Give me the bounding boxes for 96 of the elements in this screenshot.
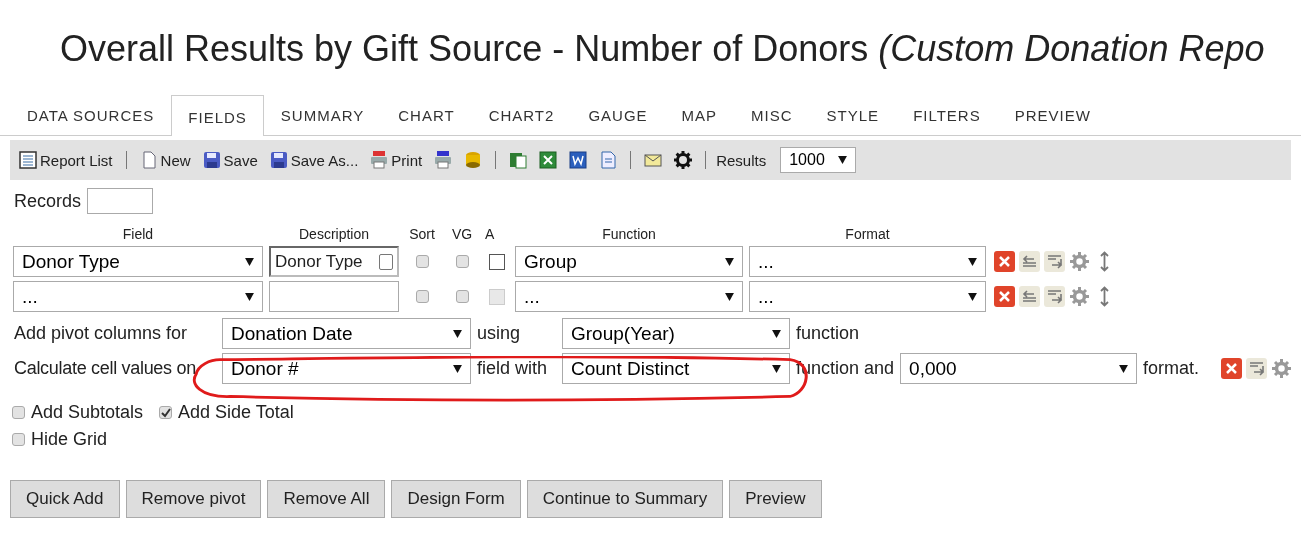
- tab[interactable]: MISC: [734, 95, 810, 136]
- move-right-icon[interactable]: [1044, 251, 1065, 272]
- field-select[interactable]: Donor Type: [13, 246, 263, 277]
- tab[interactable]: CHART2: [471, 95, 572, 136]
- caret-icon: [772, 364, 781, 373]
- column-header: Description: [298, 226, 370, 242]
- move-right-icon[interactable]: [1044, 286, 1065, 307]
- column-header: Format: [844, 226, 891, 242]
- column-header: Sort: [408, 226, 436, 242]
- caret-icon: [453, 329, 462, 338]
- records-label: Records: [14, 190, 82, 212]
- action-button[interactable]: Quick Add: [10, 480, 120, 518]
- settings-icon[interactable]: [674, 151, 693, 169]
- option-label: Hide Grid: [31, 429, 108, 450]
- column-header: Function: [601, 226, 657, 242]
- action-button[interactable]: Continue to Summary: [526, 480, 724, 518]
- function-select[interactable]: Group: [515, 246, 743, 277]
- function-select[interactable]: ...: [515, 281, 743, 312]
- printer-icon: [370, 151, 389, 169]
- pivot-field-select[interactable]: Donation Date: [222, 318, 471, 349]
- move-left-icon[interactable]: [1019, 251, 1040, 272]
- tab[interactable]: FIELDS: [171, 95, 264, 136]
- caret-icon: [838, 156, 848, 164]
- description-field[interactable]: Donor Type: [269, 246, 399, 277]
- action-button[interactable]: Remove All: [267, 480, 386, 518]
- caret-icon: [245, 257, 254, 266]
- checkbox[interactable]: [415, 255, 429, 268]
- results-label: Results: [716, 151, 767, 169]
- caret-icon: [772, 329, 781, 338]
- using-label: using: [477, 323, 522, 344]
- field-with-label: field with: [477, 358, 549, 379]
- tab[interactable]: PREVIEW: [997, 95, 1108, 136]
- checkbox[interactable]: [415, 290, 429, 303]
- database-icon[interactable]: [464, 151, 483, 169]
- option-label: Add Side Total: [178, 402, 294, 423]
- caret-icon: [725, 257, 734, 266]
- function-label: function: [796, 323, 860, 344]
- delete-icon[interactable]: [994, 251, 1015, 272]
- checkbox[interactable]: [12, 406, 25, 419]
- tab[interactable]: GAUGE: [571, 95, 665, 136]
- caret-icon: [453, 364, 462, 373]
- description-field[interactable]: [269, 281, 399, 312]
- spreadsheet-icon[interactable]: [509, 151, 528, 169]
- caret-icon: [245, 292, 254, 301]
- caret-icon: [725, 292, 734, 301]
- floppy-icon: [269, 151, 288, 169]
- tab[interactable]: FILTERS: [896, 95, 998, 136]
- page-title: Overall Results by Gift Source - Number of Donors (Custom Donation Repo: [59, 27, 1266, 70]
- tab[interactable]: SUMMARY: [263, 95, 382, 136]
- cell-field-select[interactable]: Donor #: [222, 353, 471, 384]
- toolbar-button[interactable]: Save: [199, 151, 261, 169]
- tab[interactable]: CHART: [381, 95, 472, 136]
- tab[interactable]: STYLE: [809, 95, 897, 136]
- checkbox[interactable]: [159, 406, 173, 419]
- records-field[interactable]: [87, 188, 154, 214]
- cell-values-label: Calculate cell values on: [14, 358, 197, 379]
- checkbox[interactable]: [12, 433, 25, 446]
- caret-icon: [1119, 364, 1129, 373]
- delete-icon[interactable]: [994, 286, 1015, 307]
- tab[interactable]: MAP: [664, 95, 735, 136]
- action-button[interactable]: Remove pivot: [125, 480, 262, 518]
- field-select[interactable]: ...: [13, 281, 263, 312]
- toolbar-button[interactable]: Save As...: [266, 151, 362, 169]
- column-header: Field: [121, 226, 155, 242]
- action-button[interactable]: Design Form: [391, 480, 521, 518]
- pivot-function-select[interactable]: Group(Year): [562, 318, 790, 349]
- envelope-icon[interactable]: [644, 151, 663, 169]
- delete-icon[interactable]: [1221, 358, 1243, 379]
- cell-function-select[interactable]: Count Distinct: [562, 353, 790, 384]
- toolbar-button[interactable]: New: [136, 151, 194, 169]
- document-icon[interactable]: [569, 151, 588, 169]
- pivot-label: Add pivot columns for: [14, 323, 189, 344]
- move-left-icon[interactable]: [1019, 286, 1040, 307]
- caret-icon: [968, 257, 977, 266]
- cell-format-select[interactable]: 0,000: [900, 353, 1138, 384]
- caret-icon: [968, 292, 977, 301]
- printer-icon[interactable]: [434, 151, 453, 169]
- action-button[interactable]: Preview: [729, 480, 822, 518]
- toolbar-button[interactable]: Report List: [16, 151, 116, 169]
- list-icon: [19, 151, 37, 169]
- format-select[interactable]: ...: [749, 246, 986, 277]
- toolbar-button[interactable]: Print: [367, 151, 426, 169]
- checkbox[interactable]: [455, 290, 469, 303]
- option-label: Add Subtotals: [31, 402, 144, 423]
- format-label: format.: [1143, 358, 1200, 379]
- floppy-icon: [202, 151, 221, 169]
- results-select[interactable]: 1000: [780, 147, 857, 173]
- checkbox[interactable]: [489, 253, 505, 270]
- column-header: A: [485, 226, 496, 242]
- tab[interactable]: DATA SOURCES: [10, 95, 172, 136]
- column-header: VG: [450, 226, 474, 242]
- format-select[interactable]: ...: [749, 281, 986, 312]
- field-hint-icon: [379, 253, 393, 270]
- checkbox[interactable]: [455, 255, 469, 268]
- move-right-icon[interactable]: [1246, 358, 1268, 379]
- spreadsheet-icon[interactable]: [539, 151, 558, 169]
